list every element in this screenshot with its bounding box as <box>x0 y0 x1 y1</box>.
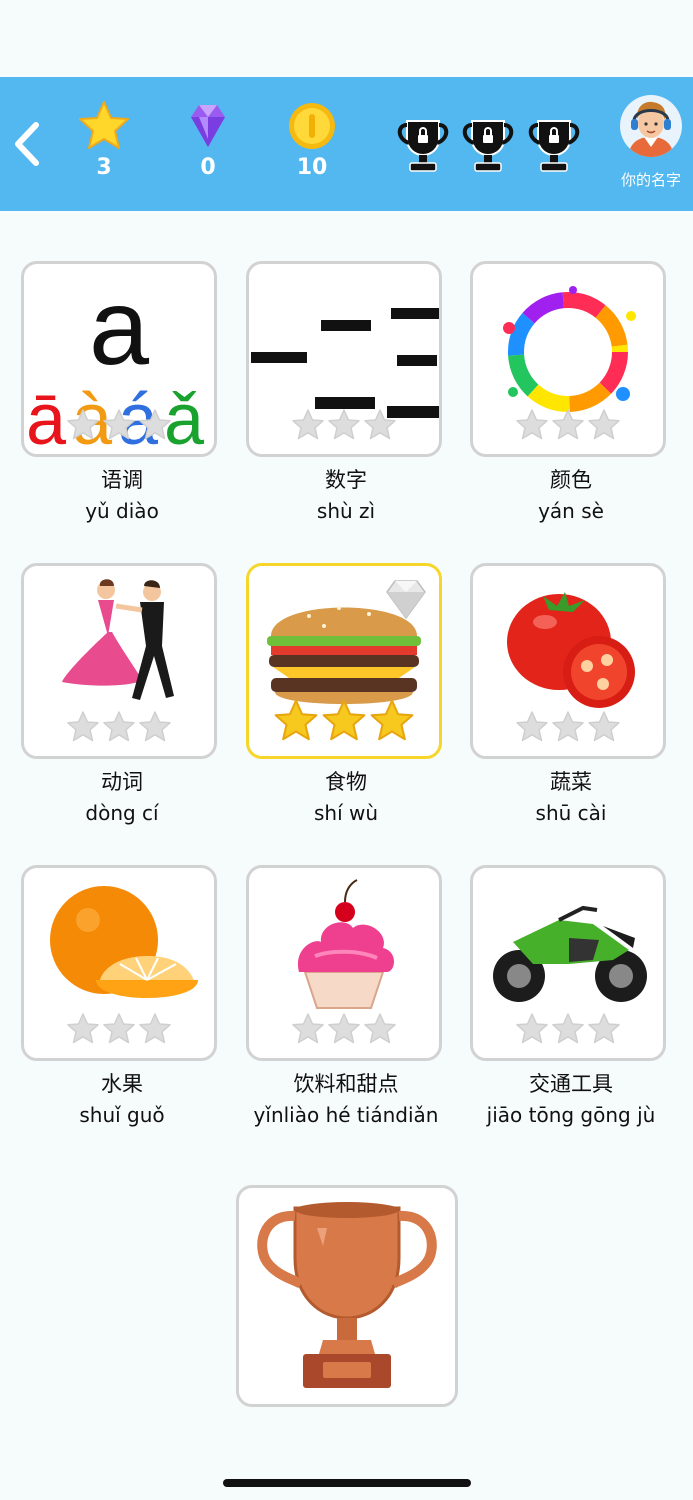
star-empty-icon <box>292 1013 324 1044</box>
lesson-pinyin: shù zì <box>316 499 376 523</box>
lesson-label: 水果 shuǐ guǒ <box>2 1071 242 1129</box>
lesson-card-tones[interactable]: a ā à á ǎ <box>21 261 217 457</box>
lesson-label: 颜色 yán sè <box>451 467 691 525</box>
star-filled-icon <box>322 699 366 741</box>
star-empty-icon <box>588 409 620 440</box>
star-empty-icon <box>364 409 396 440</box>
star-empty-icon <box>516 711 548 742</box>
lesson-label: 交通工具 jiāo tōng gōng jù <box>451 1071 691 1129</box>
coins-count: 10 <box>296 155 328 180</box>
star-rating <box>249 698 439 744</box>
star-empty-icon <box>292 409 324 440</box>
star-empty-icon <box>139 1013 171 1044</box>
lesson-title: 颜色 <box>550 468 592 492</box>
lesson-pinyin: shuǐ guǒ <box>79 1103 165 1127</box>
star-rating <box>249 408 439 442</box>
tone-letter-a: a <box>89 266 150 387</box>
lesson-pinyin: yǔ diào <box>85 499 159 523</box>
lesson-title: 交通工具 <box>529 1072 613 1096</box>
star-empty-icon <box>516 1013 548 1044</box>
lesson-card-transport[interactable] <box>470 865 666 1061</box>
back-chevron-icon[interactable] <box>10 119 44 169</box>
lesson-label: 动词 dòng cí <box>2 769 242 827</box>
lesson-pinyin: shū cài <box>535 801 607 825</box>
stars-count: 3 <box>96 155 112 180</box>
star-icon <box>79 101 129 149</box>
lesson-title: 水果 <box>101 1072 143 1096</box>
lesson-card-fruits[interactable] <box>21 865 217 1061</box>
coins-stat: 10 <box>282 99 342 180</box>
lesson-title: 语调 <box>101 468 143 492</box>
star-rating <box>473 1012 663 1046</box>
lesson-title: 数字 <box>325 468 367 492</box>
star-empty-icon <box>328 1013 360 1044</box>
star-empty-icon <box>103 409 135 440</box>
lesson-label: 语调 yǔ diào <box>2 467 242 525</box>
stars-stat: 3 <box>74 99 134 180</box>
star-rating <box>249 1012 439 1046</box>
lesson-card-verbs[interactable] <box>21 563 217 759</box>
star-filled-icon <box>274 699 318 741</box>
lesson-label: 数字 shù zì <box>226 467 466 525</box>
star-empty-icon <box>552 711 584 742</box>
star-empty-icon <box>139 711 171 742</box>
star-rating <box>473 408 663 442</box>
lesson-label: 蔬菜 shū cài <box>451 769 691 827</box>
lesson-card-numbers[interactable] <box>246 261 442 457</box>
star-empty-icon <box>588 711 620 742</box>
star-empty-icon <box>552 1013 584 1044</box>
lesson-label: 食物 shí wù <box>226 769 466 827</box>
star-empty-icon <box>67 1013 99 1044</box>
top-bar: 3 0 10 你的名字 <box>0 77 693 211</box>
star-filled-icon <box>370 699 414 741</box>
star-rating <box>473 710 663 744</box>
star-empty-icon <box>67 711 99 742</box>
lesson-pinyin: yán sè <box>538 499 604 523</box>
star-empty-icon <box>67 409 99 440</box>
lesson-title: 食物 <box>325 770 367 794</box>
star-empty-icon <box>103 711 135 742</box>
locked-trophy-icon[interactable] <box>395 115 451 175</box>
lesson-pinyin: dòng cí <box>85 801 159 825</box>
star-empty-icon <box>364 1013 396 1044</box>
star-rating <box>24 710 214 744</box>
lesson-label: 饮料和甜点 yǐnliào hé tiándiǎn <box>226 1071 466 1129</box>
username-label[interactable]: 你的名字 <box>612 169 690 190</box>
star-empty-icon <box>328 409 360 440</box>
avatar[interactable] <box>620 95 682 157</box>
lesson-title: 饮料和甜点 <box>293 1072 399 1096</box>
lesson-card-food[interactable] <box>246 563 442 759</box>
lesson-pinyin: jiāo tōng gōng jù <box>486 1103 656 1127</box>
lesson-title: 蔬菜 <box>550 770 592 794</box>
star-empty-icon <box>103 1013 135 1044</box>
bronze-trophy-icon <box>257 1202 437 1388</box>
diamond-badge-icon <box>386 580 426 620</box>
lesson-card-vegetables[interactable] <box>470 563 666 759</box>
lesson-card-colors[interactable] <box>470 261 666 457</box>
lesson-pinyin: yǐnliào hé tiándiǎn <box>253 1103 439 1127</box>
locked-trophy-icon[interactable] <box>526 115 582 175</box>
diamonds-count: 0 <box>200 155 216 180</box>
coin-icon <box>289 103 335 149</box>
star-rating <box>24 1012 214 1046</box>
star-rating <box>24 408 214 442</box>
star-empty-icon <box>516 409 548 440</box>
home-indicator <box>223 1479 471 1487</box>
diamond-icon <box>191 105 225 147</box>
star-empty-icon <box>139 409 171 440</box>
star-empty-icon <box>552 409 584 440</box>
locked-trophy-icon[interactable] <box>460 115 516 175</box>
avatar-icon <box>628 101 674 157</box>
final-trophy-card[interactable] <box>236 1185 458 1407</box>
lesson-pinyin: shí wù <box>313 801 379 825</box>
diamonds-stat: 0 <box>178 99 238 180</box>
lesson-card-drinks-desserts[interactable] <box>246 865 442 1061</box>
star-empty-icon <box>588 1013 620 1044</box>
lesson-title: 动词 <box>101 770 143 794</box>
